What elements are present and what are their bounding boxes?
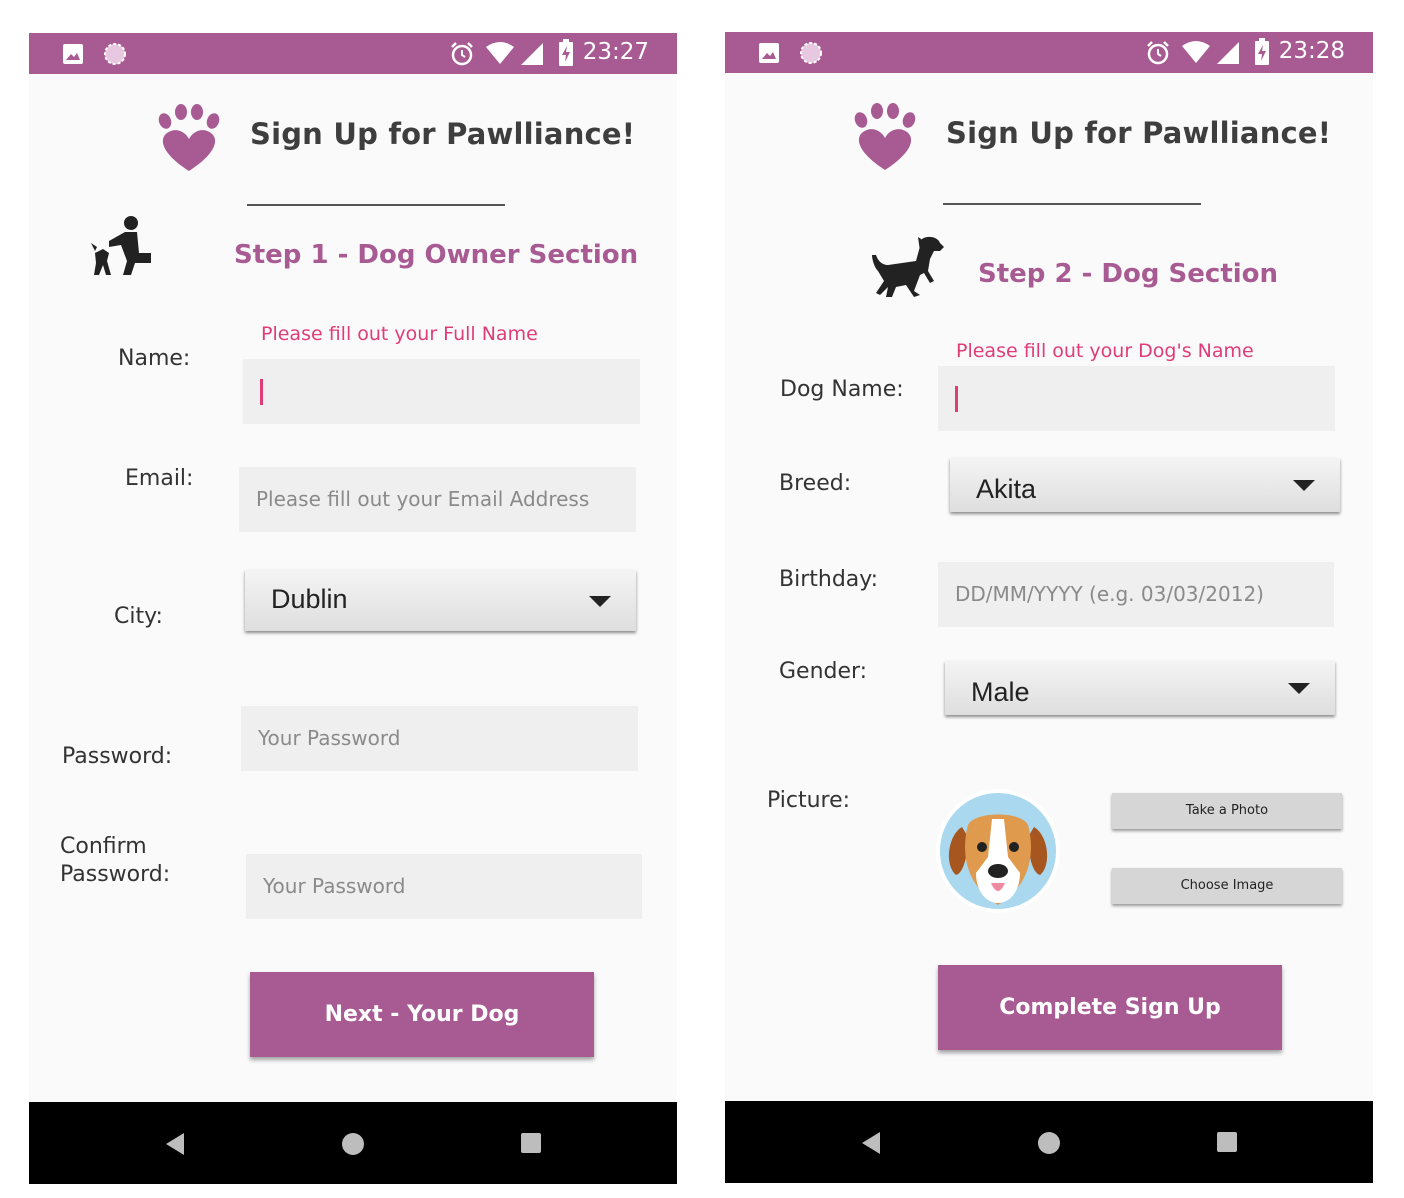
breed-dropdown[interactable]: Akita [950, 458, 1340, 512]
screen-step1: 23:27 Sign Up for Pawlliance! Step 1 - D… [29, 33, 677, 1184]
confirm-password-input[interactable]: Your Password [246, 854, 642, 919]
take-photo-button[interactable]: Take a Photo [1112, 793, 1342, 829]
email-input[interactable]: Please fill out your Email Address [239, 467, 636, 532]
navigation-bar [29, 1102, 677, 1184]
password-input[interactable]: Your Password [241, 706, 638, 771]
confirm-password-placeholder: Your Password [263, 874, 406, 898]
birthday-label: Birthday: [779, 567, 879, 592]
gender-dropdown[interactable]: Male [945, 661, 1335, 715]
status-bar: 23:27 [29, 33, 677, 74]
name-input[interactable] [243, 359, 640, 424]
dog-icon [872, 236, 944, 297]
home-icon[interactable] [1037, 1131, 1061, 1155]
dropdown-arrow-icon [1293, 480, 1315, 491]
email-placeholder: Please fill out your Email Address [256, 487, 590, 511]
text-caret [260, 379, 263, 405]
navigation-bar [725, 1101, 1373, 1183]
signal-icon [1217, 42, 1239, 64]
password-placeholder: Your Password [258, 726, 401, 750]
status-bar: 23:28 [725, 32, 1373, 73]
birthday-input[interactable]: DD/MM/YYYY (e.g. 03/03/2012) [938, 562, 1334, 627]
signal-icon [521, 43, 543, 65]
next-your-dog-button[interactable]: Next - Your Dog [250, 972, 594, 1057]
screen-step2: 23:28 Sign Up for Pawlliance! Step 2 - D… [725, 32, 1373, 1183]
loading-icon [104, 43, 126, 65]
dropdown-arrow-icon [1288, 683, 1310, 694]
breed-label: Breed: [779, 471, 852, 496]
password-label: Password: [62, 744, 173, 769]
alarm-icon [1147, 41, 1169, 65]
name-hint: Please fill out your Full Name [261, 323, 538, 345]
image-icon [759, 43, 779, 63]
dog-owner-icon [91, 216, 151, 275]
image-icon [63, 44, 83, 64]
page-title: Sign Up for Pawlliance! [250, 117, 636, 151]
text-caret [955, 386, 958, 412]
paw-heart-logo [158, 104, 220, 171]
page-title: Sign Up for Pawlliance! [946, 116, 1332, 150]
battery-charging-icon [559, 39, 573, 66]
picture-label: Picture: [767, 788, 851, 813]
breed-value: Akita [976, 474, 1037, 504]
wifi-icon [486, 42, 514, 64]
dog-name-hint: Please fill out your Dog's Name [956, 340, 1254, 362]
paw-heart-logo [854, 103, 916, 170]
back-icon[interactable] [164, 1132, 186, 1156]
status-time: 23:27 [582, 39, 649, 65]
home-icon[interactable] [341, 1132, 365, 1156]
step-heading: Step 1 - Dog Owner Section [234, 240, 639, 270]
title-divider [247, 204, 505, 206]
gender-label: Gender: [779, 659, 868, 684]
birthday-placeholder: DD/MM/YYYY (e.g. 03/03/2012) [955, 582, 1264, 606]
wifi-icon [1182, 41, 1210, 63]
dog-name-input[interactable] [938, 366, 1335, 431]
confirm-password-label: Confirm Password: [60, 833, 170, 889]
email-label: Email: [125, 466, 194, 491]
dog-name-label: Dog Name: [780, 377, 904, 402]
complete-sign-up-button[interactable]: Complete Sign Up [938, 965, 1282, 1050]
city-label: City: [114, 604, 163, 629]
city-value: Dublin [271, 584, 348, 614]
choose-image-button[interactable]: Choose Image [1112, 868, 1342, 904]
recents-icon[interactable] [520, 1132, 542, 1154]
dropdown-arrow-icon [589, 596, 611, 607]
battery-charging-icon [1255, 38, 1269, 65]
status-time: 23:28 [1278, 38, 1345, 64]
back-icon[interactable] [860, 1131, 882, 1155]
name-label: Name: [118, 346, 191, 371]
alarm-icon [451, 42, 473, 66]
step-heading: Step 2 - Dog Section [978, 259, 1279, 289]
city-dropdown[interactable]: Dublin [245, 570, 636, 631]
gender-value: Male [971, 677, 1030, 707]
confirm-label-line1: Confirm [60, 834, 147, 859]
dog-avatar-image [936, 789, 1060, 913]
loading-icon [800, 42, 822, 64]
recents-icon[interactable] [1216, 1131, 1238, 1153]
confirm-label-line2: Password: [60, 862, 171, 887]
title-divider [943, 203, 1201, 205]
